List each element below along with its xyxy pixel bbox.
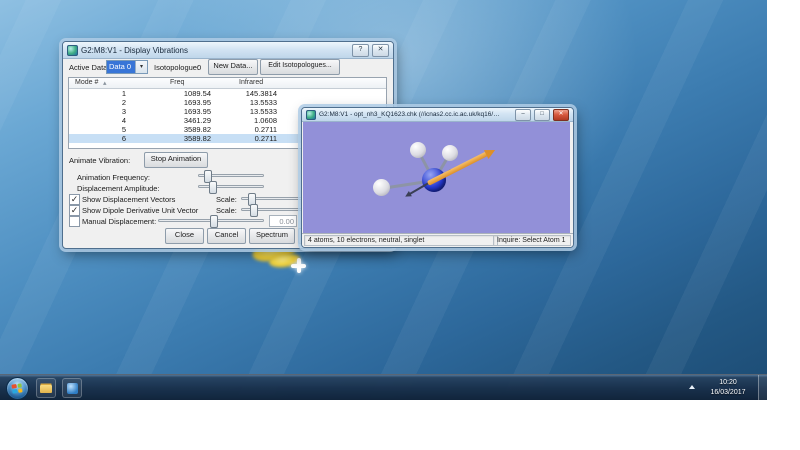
dipole-scale-slider[interactable] <box>241 204 307 215</box>
hydrogen-atom[interactable] <box>410 142 426 158</box>
slider-thumb[interactable] <box>209 181 217 194</box>
taskbar-icon-explorer[interactable] <box>36 378 56 398</box>
cancel-button[interactable]: Cancel <box>207 228 246 244</box>
molecule-titlebar[interactable]: G2:M8:V1 - opt_nh3_KQ1623.chk (//icnas2.… <box>302 108 573 122</box>
active-data-label: Active Data: <box>69 63 109 72</box>
close-icon[interactable]: ✕ <box>372 44 389 57</box>
stop-animation-button[interactable]: Stop Animation <box>144 152 208 168</box>
window-title: G2:M8:V1 - opt_nh3_KQ1623.chk (//icnas2.… <box>319 111 504 118</box>
show-dipole-derivative-checkbox[interactable]: ✓ <box>69 205 80 216</box>
scale-label: Scale: <box>216 195 237 204</box>
close-button[interactable]: Close <box>165 228 204 244</box>
sort-ascending-icon: ▴ <box>103 79 107 87</box>
table-row[interactable]: 1 1089.54 145.3814 <box>69 89 386 98</box>
show-hidden-icons-chevron[interactable] <box>689 385 695 389</box>
molecule-viewport[interactable] <box>303 122 570 233</box>
table-header: Mode # ▴ Freq Infrared <box>69 78 386 89</box>
minimize-icon[interactable]: – <box>515 109 531 121</box>
cell-infrared: 145.3814 <box>211 89 277 98</box>
maximize-icon[interactable]: □ <box>534 109 550 121</box>
cell-infrared: 1.0608 <box>211 116 277 125</box>
status-inquire: Inquire: Select Atom 1 <box>493 235 571 246</box>
displacement-amplitude-slider[interactable] <box>198 181 264 192</box>
cell-infrared: 13.5533 <box>211 107 277 116</box>
displacement-amplitude-label: Displacement Amplitude: <box>77 184 160 193</box>
window-title: G2:M8:V1 - Display Vibrations <box>81 46 188 55</box>
show-desktop-button[interactable] <box>758 375 767 400</box>
active-data-combobox[interactable]: Data 0 ▾ <box>106 60 148 74</box>
windows-flag-icon <box>11 383 22 393</box>
vibrations-titlebar[interactable]: G2:M8:V1 - Display Vibrations ? ✕ <box>63 42 393 59</box>
manual-displacement-field[interactable]: 0.00 <box>269 215 297 227</box>
cell-mode: 2 <box>69 98 126 107</box>
hydrogen-atom[interactable] <box>373 179 390 196</box>
show-displacement-vectors-checkbox[interactable]: ✓ <box>69 194 80 205</box>
screen: G2:M8:V1 - Display Vibrations ? ✕ Active… <box>0 0 800 450</box>
taskbar: 10:20 16/03/2017 <box>0 374 767 400</box>
cell-mode: 5 <box>69 125 126 134</box>
column-header-freq[interactable]: Freq <box>170 79 184 86</box>
cell-mode: 1 <box>69 89 126 98</box>
cell-infrared: 0.2711 <box>211 134 277 143</box>
animate-vibration-label: Animate Vibration: <box>69 156 130 165</box>
table-row[interactable]: 2 1693.95 13.5533 <box>69 98 386 107</box>
new-data-button[interactable]: New Data... <box>208 59 258 75</box>
molecule-view-window: G2:M8:V1 - opt_nh3_KQ1623.chk (//icnas2.… <box>301 107 574 248</box>
taskbar-icon-app[interactable] <box>62 378 82 398</box>
arrowhead-icon <box>484 145 497 158</box>
cell-freq: 1693.95 <box>126 98 211 107</box>
column-header-mode[interactable]: Mode # <box>75 79 98 86</box>
manual-displacement-label: Manual Displacement: <box>82 217 156 226</box>
cell-freq: 3461.29 <box>126 116 211 125</box>
folder-icon <box>40 385 52 393</box>
slider-track <box>198 185 264 188</box>
cell-freq: 1089.54 <box>126 89 211 98</box>
hydrogen-atom[interactable] <box>442 145 458 161</box>
start-button[interactable] <box>6 377 29 400</box>
desktop: G2:M8:V1 - Display Vibrations ? ✕ Active… <box>0 0 767 400</box>
clock-date: 16/03/2017 <box>701 388 755 398</box>
column-header-infrared[interactable]: Infrared <box>239 79 263 86</box>
molecule-statusbar: 4 atoms, 10 electrons, neutral, singlet … <box>302 233 573 247</box>
spectrum-button[interactable]: Spectrum <box>249 228 295 244</box>
cell-freq: 3589.82 <box>126 125 211 134</box>
isotopologue-label: Isotopologue: <box>154 63 199 72</box>
help-caption-button[interactable]: ? <box>352 44 369 57</box>
close-icon[interactable]: ✕ <box>553 109 569 121</box>
show-displacement-vectors-label: Show Displacement Vectors <box>82 195 175 204</box>
animation-frequency-label: Animation Frequency: <box>77 173 150 182</box>
scale-label: Scale: <box>216 206 237 215</box>
edit-isotopologues-button[interactable]: Edit Isotopologues... <box>260 59 340 75</box>
app-icon <box>67 383 78 394</box>
cell-mode: 3 <box>69 107 126 116</box>
gaussview-icon <box>67 45 78 56</box>
cell-mode: 6 <box>69 134 126 143</box>
displacement-scale-slider[interactable] <box>241 193 307 204</box>
combo-selected-value: Data 0 <box>107 61 135 73</box>
taskbar-clock[interactable]: 10:20 16/03/2017 <box>701 378 755 398</box>
cell-infrared: 13.5533 <box>211 98 277 107</box>
status-atoms: 4 atoms, 10 electrons, neutral, singlet <box>304 235 498 246</box>
arrowhead-icon <box>404 191 412 199</box>
cell-mode: 4 <box>69 116 126 125</box>
chevron-down-icon[interactable]: ▾ <box>135 61 147 73</box>
isotopologue-value: 0 <box>197 63 201 72</box>
show-dipole-derivative-label: Show Dipole Derivative Unit Vector <box>82 206 198 215</box>
gaussview-icon <box>306 110 316 120</box>
manual-displacement-slider[interactable] <box>158 215 264 226</box>
clock-time: 10:20 <box>701 378 755 388</box>
slider-thumb[interactable] <box>210 215 218 228</box>
cell-freq: 3589.82 <box>126 134 211 143</box>
manual-displacement-checkbox[interactable] <box>69 216 80 227</box>
animation-frequency-slider[interactable] <box>198 170 264 181</box>
cell-infrared: 0.2711 <box>211 125 277 134</box>
cursor-plus-icon <box>297 258 301 273</box>
cell-freq: 1693.95 <box>126 107 211 116</box>
